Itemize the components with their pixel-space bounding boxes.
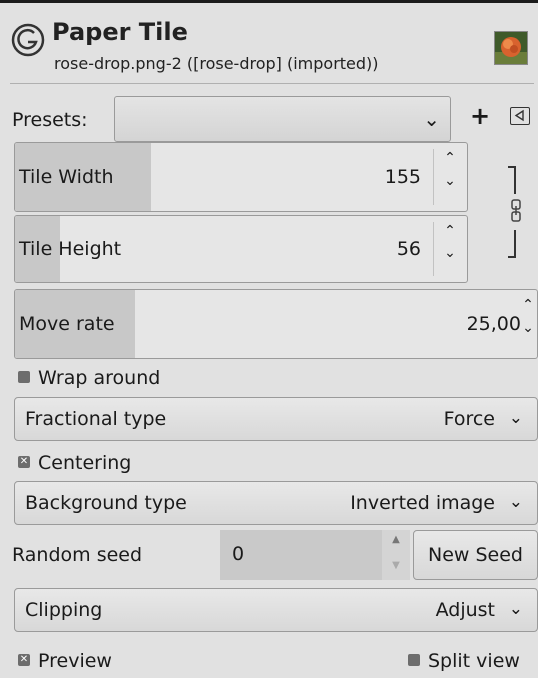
- checked-box-icon: ✕: [18, 455, 30, 468]
- fractional-type-combo[interactable]: Fractional type Force ⌄: [14, 397, 538, 441]
- preview-label: Preview: [38, 650, 112, 672]
- background-type-label: Background type: [25, 492, 187, 514]
- wrap-around-checkbox[interactable]: Wrap around: [18, 366, 160, 390]
- tile-height-spinscale[interactable]: Tile Height 56 ⌃ ⌄: [14, 215, 468, 283]
- preview-checkbox[interactable]: ✕ Preview: [18, 649, 112, 673]
- add-preset-button[interactable]: +: [470, 104, 490, 128]
- decrement-icon[interactable]: ⌄: [519, 321, 537, 358]
- tile-width-label: Tile Width: [19, 166, 114, 188]
- split-view-label: Split view: [428, 650, 520, 672]
- move-rate-value: 25,00: [466, 313, 521, 335]
- random-seed-label: Random seed: [12, 544, 143, 566]
- checked-box-icon: ✕: [18, 653, 30, 666]
- seed-spin-buttons: ▲ ▼: [382, 530, 410, 580]
- image-thumbnail: [494, 31, 528, 65]
- chain-link-icon[interactable]: [509, 198, 523, 224]
- clipping-combo[interactable]: Clipping Adjust ⌄: [14, 588, 538, 632]
- gegl-logo-icon: [10, 22, 46, 58]
- chevron-down-icon: ⌄: [423, 107, 440, 131]
- centering-checkbox[interactable]: ✕ Centering: [18, 451, 131, 475]
- background-type-value: Inverted image: [350, 492, 495, 514]
- decrement-icon[interactable]: ▼: [382, 560, 410, 571]
- increment-icon[interactable]: ⌃: [519, 290, 537, 324]
- chain-bracket-bottom: [508, 230, 516, 258]
- header-separator: [10, 83, 534, 84]
- dialog-subtitle: rose-drop.png-2 ([rose-drop] (imported)): [54, 54, 379, 73]
- background-type-combo[interactable]: Background type Inverted image ⌄: [14, 481, 538, 525]
- tile-width-spinscale[interactable]: Tile Width 155 ⌃ ⌄: [14, 142, 468, 212]
- chevron-down-icon: ⌄: [508, 492, 523, 512]
- tile-height-label: Tile Height: [19, 238, 122, 260]
- increment-icon[interactable]: ▲: [382, 534, 410, 545]
- random-seed-input[interactable]: 0 ▲ ▼: [220, 530, 410, 580]
- move-rate-spinscale[interactable]: Move rate 25,00 ⌃ ⌄: [14, 289, 538, 359]
- increment-icon[interactable]: ⌃: [433, 143, 467, 177]
- random-seed-value: 0: [232, 543, 245, 565]
- presets-combo[interactable]: ⌄: [114, 96, 451, 142]
- decrement-icon[interactable]: ⌄: [433, 174, 467, 211]
- new-seed-button[interactable]: New Seed: [413, 530, 538, 580]
- window-top-border: [0, 0, 538, 3]
- tile-height-value: 56: [396, 238, 421, 260]
- presets-menu-button[interactable]: [510, 107, 530, 125]
- chevron-down-icon: ⌄: [508, 599, 523, 619]
- clipping-label: Clipping: [25, 599, 103, 621]
- fractional-type-value: Force: [443, 408, 495, 430]
- split-view-checkbox[interactable]: Split view: [408, 649, 520, 673]
- fractional-type-label: Fractional type: [25, 408, 167, 430]
- wrap-around-label: Wrap around: [38, 367, 161, 389]
- presets-label: Presets:: [12, 109, 88, 131]
- unchecked-box-icon: [408, 653, 420, 666]
- clipping-value: Adjust: [435, 599, 495, 621]
- tile-width-value: 155: [384, 166, 421, 188]
- chevron-down-icon: ⌄: [508, 408, 523, 428]
- unchecked-box-icon: [18, 370, 30, 383]
- chain-bracket-top: [508, 166, 516, 194]
- dialog-title: Paper Tile: [52, 18, 188, 46]
- centering-label: Centering: [38, 452, 132, 474]
- menu-triangle-icon: [514, 109, 524, 122]
- decrement-icon[interactable]: ⌄: [433, 246, 467, 282]
- move-rate-label: Move rate: [19, 313, 115, 335]
